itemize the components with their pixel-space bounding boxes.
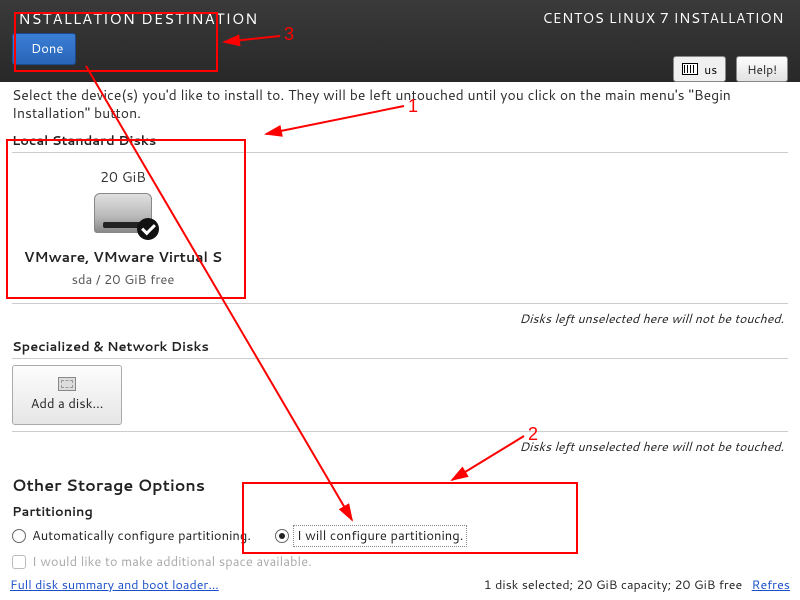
additional-space-row: I would like to make additional space av…	[12, 553, 788, 571]
page-title: INSTALLATION DESTINATION	[12, 8, 258, 29]
network-disks-label: Specialized & Network Disks	[12, 338, 788, 356]
add-disk-button[interactable]: Add a disk...	[12, 365, 122, 425]
disk-summary-link[interactable]: Full disk summary and boot loader...	[10, 576, 219, 594]
footer-status: 1 disk selected; 20 GiB capacity; 20 GiB…	[484, 576, 790, 594]
disk-detail: sda / 20 GiB free	[18, 271, 228, 289]
keyboard-layout-indicator[interactable]: us	[673, 56, 726, 82]
add-disk-icon	[58, 377, 76, 391]
radio-manual-label: I will configure partitioning.	[295, 527, 465, 545]
product-title: CENTOS LINUX 7 INSTALLATION	[542, 8, 784, 28]
disk-card[interactable]: 20 GiB VMware, VMware Virtual S sda / 20…	[12, 159, 234, 297]
local-disks-label: Local Standard Disks	[12, 132, 788, 150]
refresh-link[interactable]: Refres	[752, 576, 790, 594]
harddisk-icon	[94, 193, 152, 233]
network-disks-strip: Add a disk...	[12, 358, 788, 432]
add-disk-label: Add a disk...	[31, 395, 104, 413]
partitioning-radios: Automatically configure partitioning. I …	[12, 527, 788, 545]
radio-icon	[12, 529, 26, 543]
checkbox-icon	[12, 555, 26, 569]
help-button[interactable]: Help!	[736, 56, 788, 82]
header-bar: INSTALLATION DESTINATION Done CENTOS LIN…	[0, 0, 800, 82]
disk-name: VMware, VMware Virtual S	[18, 247, 228, 267]
local-disks-note: Disks left unselected here will not be t…	[12, 304, 788, 330]
partitioning-label: Partitioning	[12, 503, 788, 521]
radio-manual-partitioning[interactable]: I will configure partitioning.	[275, 527, 465, 545]
keyboard-icon	[682, 63, 698, 75]
footer-bar: Full disk summary and boot loader... 1 d…	[0, 572, 800, 598]
checkmark-icon	[137, 218, 159, 240]
radio-icon	[275, 529, 289, 543]
radio-auto-partitioning[interactable]: Automatically configure partitioning.	[12, 527, 251, 545]
radio-auto-label: Automatically configure partitioning.	[32, 527, 251, 545]
keyboard-layout-label: us	[704, 61, 717, 78]
instruction-text: Select the device(s) you'd like to insta…	[12, 86, 788, 122]
network-disks-note: Disks left unselected here will not be t…	[12, 432, 788, 458]
main-content: Select the device(s) you'd like to insta…	[0, 82, 800, 575]
additional-space-label: I would like to make additional space av…	[32, 553, 312, 571]
disk-size: 20 GiB	[18, 167, 228, 187]
done-button[interactable]: Done	[12, 33, 76, 65]
other-storage-title: Other Storage Options	[12, 474, 788, 497]
local-disks-strip: 20 GiB VMware, VMware Virtual S sda / 20…	[12, 152, 788, 304]
